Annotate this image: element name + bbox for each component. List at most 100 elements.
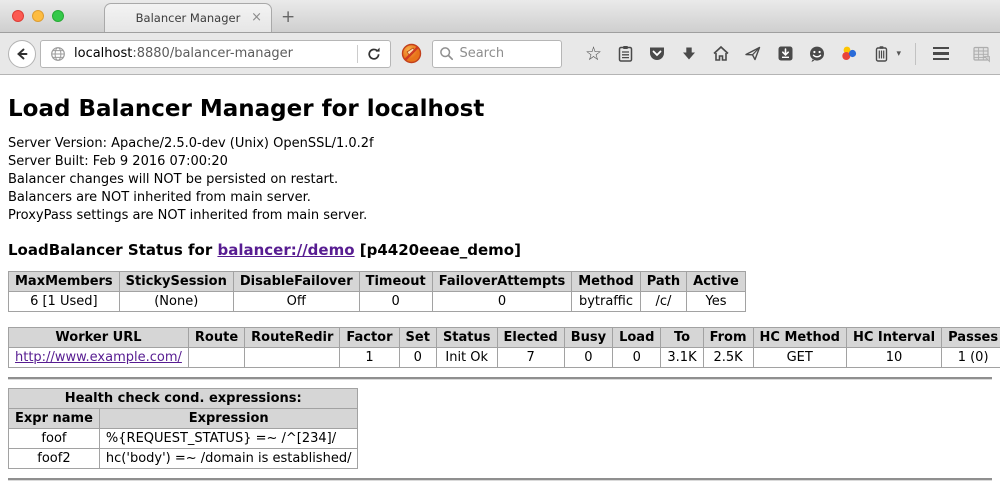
column-header: Active	[687, 272, 746, 292]
column-header: Timeout	[359, 272, 432, 292]
health-title-row: Health check cond. expressions:	[9, 389, 358, 409]
health-check-table: Health check cond. expressions: Expr nam…	[8, 388, 358, 469]
back-button[interactable]	[8, 40, 36, 68]
expression-cell: hc('body') =~ /domain is established/	[99, 449, 358, 469]
feedback-button[interactable]	[806, 42, 828, 66]
downloads-button[interactable]	[678, 42, 700, 66]
browser-window: Balancer Manager × + localhost:8880/bala…	[0, 0, 1000, 491]
reload-button[interactable]	[358, 41, 390, 67]
table-cell: 1	[340, 348, 399, 368]
expression-cell: %{REQUEST_STATUS} =~ /^[234]/	[99, 429, 358, 449]
back-arrow-icon	[14, 46, 30, 62]
column-header: HC Interval	[846, 328, 941, 348]
column-header: Route	[188, 328, 244, 348]
table-cell: 0	[432, 292, 572, 312]
window-controls	[12, 10, 64, 22]
balancer-data-row: 6 [1 Used] (None) Off 0 0 bytraffic /c/ …	[9, 292, 746, 312]
pocket-button[interactable]	[646, 42, 668, 66]
tab-title: Balancer Manager	[136, 11, 241, 25]
navigation-toolbar: localhost:8880/balancer-manager	[0, 33, 1000, 75]
hamburger-icon	[933, 47, 949, 61]
server-built-line: Server Built: Feb 9 2016 07:00:20	[8, 153, 992, 171]
titlebar: Balancer Manager × +	[0, 0, 1000, 33]
table-cell: 0	[399, 348, 436, 368]
column-header: Expr name	[9, 409, 100, 429]
chevron-down-icon[interactable]: ▾	[896, 49, 901, 59]
zoom-window-button[interactable]	[52, 10, 64, 22]
pocket-icon	[648, 45, 666, 62]
column-header: Load	[613, 328, 661, 348]
loadbalancer-status-heading: LoadBalancer Status for balancer://demo …	[8, 241, 992, 259]
url-text: localhost:8880/balancer-manager	[74, 46, 293, 61]
balancer-demo-link[interactable]: balancer://demo	[217, 241, 354, 259]
worker-url-link[interactable]: http://www.example.com/	[15, 350, 182, 365]
table-cell: 10	[846, 348, 941, 368]
content-blocked-icon[interactable]	[401, 43, 422, 64]
table-cell: 0	[359, 292, 432, 312]
table-cell	[188, 348, 244, 368]
home-button[interactable]	[710, 42, 732, 66]
sidebar-grid-button[interactable]	[970, 42, 992, 66]
paper-plane-icon	[744, 45, 762, 62]
table-cell: 0	[613, 348, 661, 368]
toolbar-separator	[915, 43, 916, 65]
extension-colored-dots-button[interactable]	[838, 42, 860, 66]
column-header: Set	[399, 328, 436, 348]
bookmark-star-button[interactable]: ☆	[582, 42, 604, 66]
server-version-line: Server Version: Apache/2.5.0-dev (Unix) …	[8, 135, 992, 153]
table-cell: 3.1K	[661, 348, 703, 368]
table-cell: 1 (0)	[942, 348, 1000, 368]
table-cell: 7	[497, 348, 564, 368]
health-header-row: Expr name Expression	[9, 409, 358, 429]
health-data-row: foof2 hc('body') =~ /domain is establish…	[9, 449, 358, 469]
inherit-notice-line: Balancers are NOT inherited from main se…	[8, 189, 992, 207]
column-header: MaxMembers	[9, 272, 120, 292]
proxypass-notice-line: ProxyPass settings are NOT inherited fro…	[8, 207, 992, 225]
browser-tab[interactable]: Balancer Manager ×	[104, 3, 272, 32]
health-table-title: Health check cond. expressions:	[9, 389, 358, 409]
new-tab-button[interactable]: +	[281, 7, 295, 27]
close-window-button[interactable]	[12, 10, 24, 22]
column-header: Status	[436, 328, 497, 348]
star-icon: ☆	[585, 44, 602, 64]
page-title: Load Balancer Manager for localhost	[8, 95, 992, 123]
column-header: Path	[640, 272, 686, 292]
table-cell: Yes	[687, 292, 746, 312]
table-cell: /c/	[640, 292, 686, 312]
reading-list-button[interactable]	[614, 42, 636, 66]
status-heading-suffix: [p4420eeae_demo]	[355, 241, 521, 259]
page-content: Load Balancer Manager for localhost Serv…	[0, 95, 1000, 481]
expr-name-cell: foof2	[9, 449, 100, 469]
table-cell: Off	[233, 292, 359, 312]
toolbar-icons: ☆	[582, 42, 992, 66]
container-button[interactable]	[870, 42, 892, 66]
column-header: Busy	[564, 328, 612, 348]
table-cell: bytraffic	[572, 292, 640, 312]
download-panel-button[interactable]	[774, 42, 796, 66]
download-arrow-icon	[681, 46, 697, 62]
table-cell: 0	[564, 348, 612, 368]
column-header: DisableFailover	[233, 272, 359, 292]
minimize-window-button[interactable]	[32, 10, 44, 22]
container-icon	[873, 45, 890, 63]
column-header: To	[661, 328, 703, 348]
address-bar[interactable]: localhost:8880/balancer-manager	[40, 40, 391, 68]
url-host: localhost	[74, 46, 132, 61]
worker-header-row: Worker URL Route RouteRedir Factor Set S…	[9, 328, 1000, 348]
column-header: Factor	[340, 328, 399, 348]
url-path: :8880/balancer-manager	[132, 46, 293, 61]
search-input[interactable]	[459, 46, 555, 61]
menu-button[interactable]	[930, 42, 952, 66]
worker-url-cell: http://www.example.com/	[9, 348, 189, 368]
section-divider	[8, 377, 992, 380]
expr-name-cell: foof	[9, 429, 100, 449]
home-icon	[712, 45, 730, 62]
balancer-summary-table: MaxMembers StickySession DisableFailover…	[8, 271, 746, 312]
download-box-icon	[777, 45, 794, 62]
table-cell: 6 [1 Used]	[9, 292, 120, 312]
send-tab-button[interactable]	[742, 42, 764, 66]
tab-close-icon[interactable]: ×	[251, 11, 262, 24]
column-header: Passes	[942, 328, 1000, 348]
worker-table: Worker URL Route RouteRedir Factor Set S…	[8, 327, 1000, 368]
column-header: RouteRedir	[245, 328, 340, 348]
